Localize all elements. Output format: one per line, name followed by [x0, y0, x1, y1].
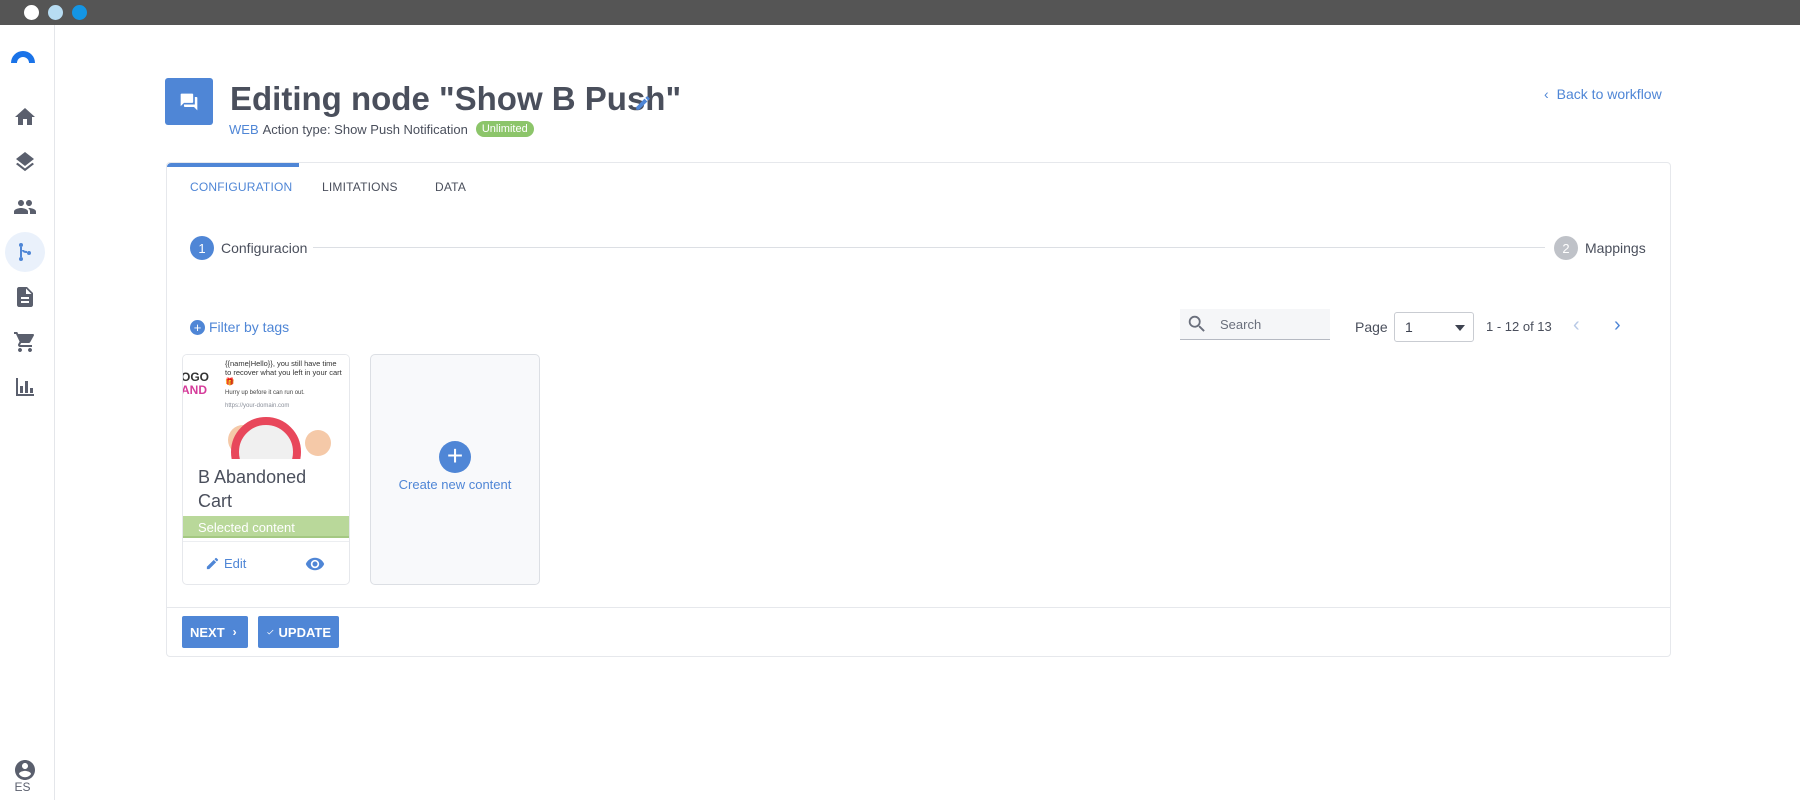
- eye-icon: [305, 557, 325, 571]
- previous-page-button[interactable]: ‹: [1573, 315, 1580, 335]
- window-minimize-button[interactable]: [48, 5, 63, 20]
- next-page-button[interactable]: ›: [1614, 315, 1621, 335]
- preview-logo-top: OGO: [183, 370, 210, 384]
- filter-by-tags-label: Filter by tags: [209, 319, 290, 335]
- search-icon: [1188, 315, 1205, 332]
- page-select[interactable]: 1: [1394, 312, 1474, 342]
- cart-icon: [14, 332, 35, 352]
- chevron-left-icon: ‹: [1544, 86, 1549, 102]
- sidebar-item-people[interactable]: [5, 187, 45, 227]
- tab-limitations[interactable]: LIMITATIONS: [322, 180, 398, 194]
- stepper-connector: [313, 247, 1545, 248]
- chevron-right-icon: ›: [232, 625, 237, 639]
- app-logo-icon[interactable]: [8, 45, 38, 65]
- add-circle-icon: +: [190, 319, 205, 335]
- sidebar-item-cart[interactable]: [5, 322, 45, 362]
- selected-content-status: Selected content: [183, 516, 349, 538]
- tab-configuration[interactable]: CONFIGURATION: [190, 180, 292, 194]
- node-type-icon: [165, 78, 213, 125]
- content-card-actions: Edit: [183, 541, 349, 584]
- preview-content-button[interactable]: [303, 554, 327, 574]
- next-button-label: NEXT: [190, 624, 225, 640]
- preview-image-hand-right: [305, 430, 331, 456]
- content-card[interactable]: OGO AND {{name|Hello}}, you still have t…: [182, 354, 350, 585]
- window-close-button[interactable]: [24, 5, 39, 20]
- language-label[interactable]: ES: [0, 780, 45, 794]
- preview-url: https://your-domain.com: [225, 403, 290, 409]
- back-to-workflow-link[interactable]: ‹ Back to workflow: [1544, 86, 1662, 102]
- channel-label: WEB: [229, 121, 259, 137]
- step-2-number[interactable]: 2: [1554, 236, 1578, 260]
- preview-logo-bottom: AND: [183, 383, 207, 397]
- node-editor-card: CONFIGURATION LIMITATIONS DATA 1 Configu…: [166, 162, 1671, 657]
- limit-badge: Unlimited: [475, 121, 534, 137]
- filter-by-tags-button[interactable]: + Filter by tags: [190, 319, 289, 335]
- page-label: Page: [1355, 319, 1388, 335]
- edit-title-button[interactable]: [634, 94, 652, 112]
- search-box: [1180, 309, 1330, 340]
- workflow-icon: [19, 243, 31, 261]
- page-select-value: 1: [1405, 319, 1413, 335]
- action-type-label: Action type: Show Push Notification: [262, 121, 468, 137]
- footer-divider: [167, 607, 1670, 608]
- update-button-label: UPDATE: [278, 624, 331, 640]
- next-button[interactable]: NEXT ›: [182, 616, 248, 648]
- window-zoom-button[interactable]: [72, 5, 87, 20]
- node-subtitle: WEB Action type: Show Push Notification …: [229, 121, 534, 137]
- check-icon: [267, 629, 274, 635]
- sidebar-item-layers[interactable]: [5, 142, 45, 182]
- edit-content-label: Edit: [224, 556, 247, 571]
- edit-content-button[interactable]: Edit: [205, 556, 246, 571]
- page-title: Editing node "Show B Push": [230, 80, 682, 117]
- account-icon: [15, 760, 35, 780]
- caret-down-icon: [1455, 325, 1465, 331]
- search-input[interactable]: [1220, 316, 1320, 332]
- content-name: B Abandoned Cart: [198, 467, 307, 511]
- window-titlebar: [0, 0, 1800, 25]
- update-button[interactable]: UPDATE: [258, 616, 339, 648]
- pencil-icon: [636, 96, 650, 110]
- bar-chart-icon: [16, 378, 34, 396]
- create-new-content-card[interactable]: + Create new content: [370, 354, 540, 585]
- chat-icon: [180, 93, 198, 110]
- sidebar: ES: [0, 25, 55, 800]
- document-icon: [17, 287, 33, 307]
- sidebar-item-workflow[interactable]: [5, 232, 45, 272]
- step-1-number[interactable]: 1: [190, 236, 214, 260]
- home-icon: [15, 108, 35, 125]
- people-icon: [14, 200, 36, 214]
- preview-subtext: Hurry up before it can run out.: [225, 390, 305, 396]
- tab-data[interactable]: DATA: [435, 180, 466, 194]
- create-new-content-label: Create new content: [398, 477, 512, 492]
- step-1-label[interactable]: Configuracion: [221, 240, 307, 256]
- step-2-label[interactable]: Mappings: [1585, 240, 1646, 256]
- sidebar-item-analytics[interactable]: [5, 367, 45, 407]
- sidebar-item-document[interactable]: [5, 277, 45, 317]
- layers-icon: [16, 152, 34, 172]
- active-tab-indicator: [167, 163, 299, 167]
- sidebar-item-home[interactable]: [5, 97, 45, 137]
- add-circle-icon: +: [439, 441, 471, 473]
- pencil-icon: [206, 557, 219, 570]
- preview-image-stopwatch: [231, 417, 301, 459]
- pagination-range: 1 - 12 of 13: [1486, 319, 1552, 334]
- content-preview-thumbnail: OGO AND {{name|Hello}}, you still have t…: [183, 355, 349, 459]
- preview-text: {{name|Hello}}, you still have time to r…: [225, 359, 342, 386]
- back-link-label: Back to workflow: [1556, 86, 1662, 102]
